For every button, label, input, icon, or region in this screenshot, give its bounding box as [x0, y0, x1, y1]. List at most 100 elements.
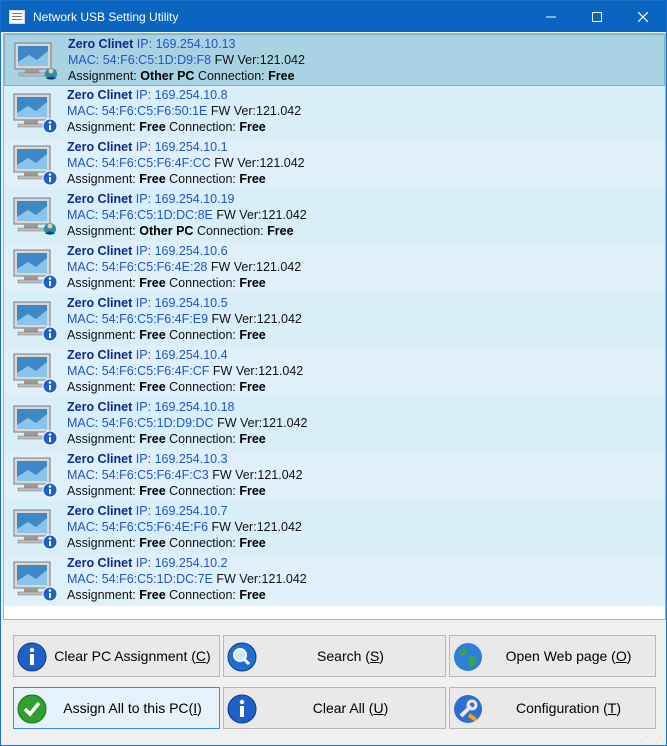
- client-row[interactable]: Zero Clinet IP: 169.254.10.6 MAC: 54:F6:C…: [4, 242, 665, 294]
- client-assignment: Free: [139, 120, 166, 134]
- client-connection: Free: [239, 380, 266, 394]
- client-row[interactable]: Zero Clinet IP: 169.254.10.13 MAC: 54:F6:…: [4, 34, 665, 86]
- pc-info-icon: [13, 93, 58, 134]
- client-fw: 121.042: [259, 53, 305, 67]
- client-connection: Free: [239, 484, 266, 498]
- client-name: Zero Clinet: [67, 244, 133, 258]
- client-row[interactable]: Zero Clinet IP: 169.254.10.19 MAC: 54:F6:…: [4, 190, 665, 242]
- client-name: Zero Clinet: [67, 192, 133, 206]
- maximize-icon: [592, 11, 602, 22]
- client-mac: 54:F6:C5:1D:D9:DC: [101, 416, 214, 430]
- client-ip: 169.254.10.4: [154, 348, 228, 362]
- client-name: Zero Clinet: [68, 37, 134, 51]
- client-assignment: Free: [139, 276, 166, 290]
- client-fw: 121.042: [257, 468, 303, 482]
- pc-info-icon: [13, 301, 58, 342]
- client-mac: 54:F6:C5:F6:4F:CC: [101, 156, 211, 170]
- search-icon: [227, 642, 257, 672]
- client-name: Zero Clinet: [67, 348, 133, 362]
- pc-info-icon: [13, 353, 58, 394]
- wrench-icon: [454, 695, 482, 723]
- info-icon: [17, 642, 47, 672]
- client-ip: 169.254.10.7: [154, 504, 228, 518]
- client-fw: 121.042: [256, 260, 302, 274]
- client-ip: 169.254.10.8: [154, 88, 228, 102]
- client-ip: 169.254.10.5: [154, 296, 228, 310]
- client-row[interactable]: Zero Clinet IP: 169.254.10.18 MAC: 54:F6:…: [4, 398, 665, 450]
- info-icon: [227, 694, 257, 724]
- client-ip: 169.254.10.2: [154, 556, 228, 570]
- resize-grip[interactable]: ⋰⋰⋰: [602, 735, 662, 743]
- client-connection: Free: [268, 69, 295, 83]
- clear-pc-assignment-button[interactable]: Clear PC Assignment (C): [13, 635, 220, 677]
- minimize-icon: [546, 16, 556, 17]
- client-connection: Free: [239, 432, 266, 446]
- client-ip: 169.254.10.3: [154, 452, 228, 466]
- client-assignment: Free: [139, 484, 166, 498]
- close-icon: [638, 11, 648, 22]
- window-title: Network USB Setting Utility: [33, 9, 179, 24]
- client-connection: Free: [239, 120, 266, 134]
- client-fw: 121.042: [261, 572, 307, 586]
- client-fw: 121.042: [262, 416, 308, 430]
- title-bar[interactable]: Network USB Setting Utility: [1, 1, 666, 32]
- client-row[interactable]: Zero Clinet IP: 169.254.10.3 MAC: 54:F6:C…: [4, 450, 665, 502]
- client-mac: 54:F6:C5:1D:D9:F8: [102, 53, 212, 67]
- pc-info-icon: [13, 145, 58, 186]
- client-connection: Free: [239, 536, 266, 550]
- client-fw: 121.042: [256, 312, 302, 326]
- client-fw: 121.042: [256, 104, 302, 118]
- search-button[interactable]: Search (S): [223, 635, 446, 677]
- client-mac: 54:F6:C5:F6:4E:28: [101, 260, 208, 274]
- configuration-button[interactable]: Configuration (T): [449, 687, 656, 729]
- client-mac: 54:F6:C5:F6:4E:F6: [101, 520, 209, 534]
- client-mac: 54:F6:C5:F6:4F:CF: [101, 364, 210, 378]
- client-assignment: Free: [139, 588, 166, 602]
- client-row[interactable]: Zero Clinet IP: 169.254.10.7 MAC: 54:F6:C…: [4, 502, 665, 554]
- client-assignment: Free: [139, 536, 166, 550]
- client-row[interactable]: Zero Clinet IP: 169.254.10.8 MAC: 54:F6:C…: [4, 86, 665, 138]
- client-name: Zero Clinet: [67, 296, 133, 310]
- assign-all-button[interactable]: Assign All to this PC(I): [13, 687, 220, 729]
- app-icon: [9, 9, 25, 24]
- pc-info-icon: [13, 457, 58, 498]
- close-button[interactable]: [620, 1, 666, 32]
- client-fw: 121.042: [256, 520, 302, 534]
- client-connection: Free: [267, 224, 294, 238]
- client-assignment: Free: [139, 380, 166, 394]
- client-row[interactable]: Zero Clinet IP: 169.254.10.4 MAC: 54:F6:C…: [4, 346, 665, 398]
- open-web-page-button[interactable]: Open Web page (O): [449, 635, 656, 677]
- client-ip: 169.254.10.6: [154, 244, 228, 258]
- client-mac: 54:F6:C5:F6:50:1E: [101, 104, 208, 118]
- client-ip: 169.254.10.1: [154, 140, 228, 154]
- client-row[interactable]: Zero Clinet IP: 169.254.10.5 MAC: 54:F6:C…: [4, 294, 665, 346]
- client-ip: 169.254.10.19: [154, 192, 235, 206]
- client-connection: Free: [239, 328, 266, 342]
- client-row[interactable]: Zero Clinet IP: 169.254.10.2 MAC: 54:F6:C…: [4, 554, 665, 606]
- client-fw: 121.042: [259, 156, 305, 170]
- client-mac: 54:F6:C5:F6:4F:E9: [101, 312, 209, 326]
- client-connection: Free: [239, 588, 266, 602]
- clear-all-button[interactable]: Clear All (U): [223, 687, 446, 729]
- client-row[interactable]: Zero Clinet IP: 169.254.10.1 MAC: 54:F6:C…: [4, 138, 665, 190]
- client-assignment: Free: [139, 432, 166, 446]
- client-list[interactable]: Zero Clinet IP: 169.254.10.13 MAC: 54:F6:…: [3, 33, 666, 620]
- client-connection: Free: [239, 276, 266, 290]
- client-name: Zero Clinet: [67, 452, 133, 466]
- client-assignment: Other PC: [140, 69, 195, 83]
- checkmark-icon: [17, 694, 47, 724]
- maximize-button[interactable]: [574, 1, 620, 32]
- client-mac: 54:F6:C5:F6:4F:C3: [101, 468, 209, 482]
- client-name: Zero Clinet: [67, 556, 133, 570]
- client-mac: 54:F6:C5:1D:DC:7E: [101, 572, 213, 586]
- client-name: Zero Clinet: [67, 88, 133, 102]
- client-ip: 169.254.10.18: [154, 400, 235, 414]
- minimize-button[interactable]: [528, 1, 574, 32]
- client-ip: 169.254.10.13: [155, 37, 236, 51]
- client-name: Zero Clinet: [67, 400, 133, 414]
- globe-icon: [454, 643, 482, 671]
- client-name: Zero Clinet: [67, 504, 133, 518]
- client-connection: Free: [239, 172, 266, 186]
- client-mac: 54:F6:C5:1D:DC:8E: [101, 208, 213, 222]
- pc-user-icon: [13, 197, 56, 235]
